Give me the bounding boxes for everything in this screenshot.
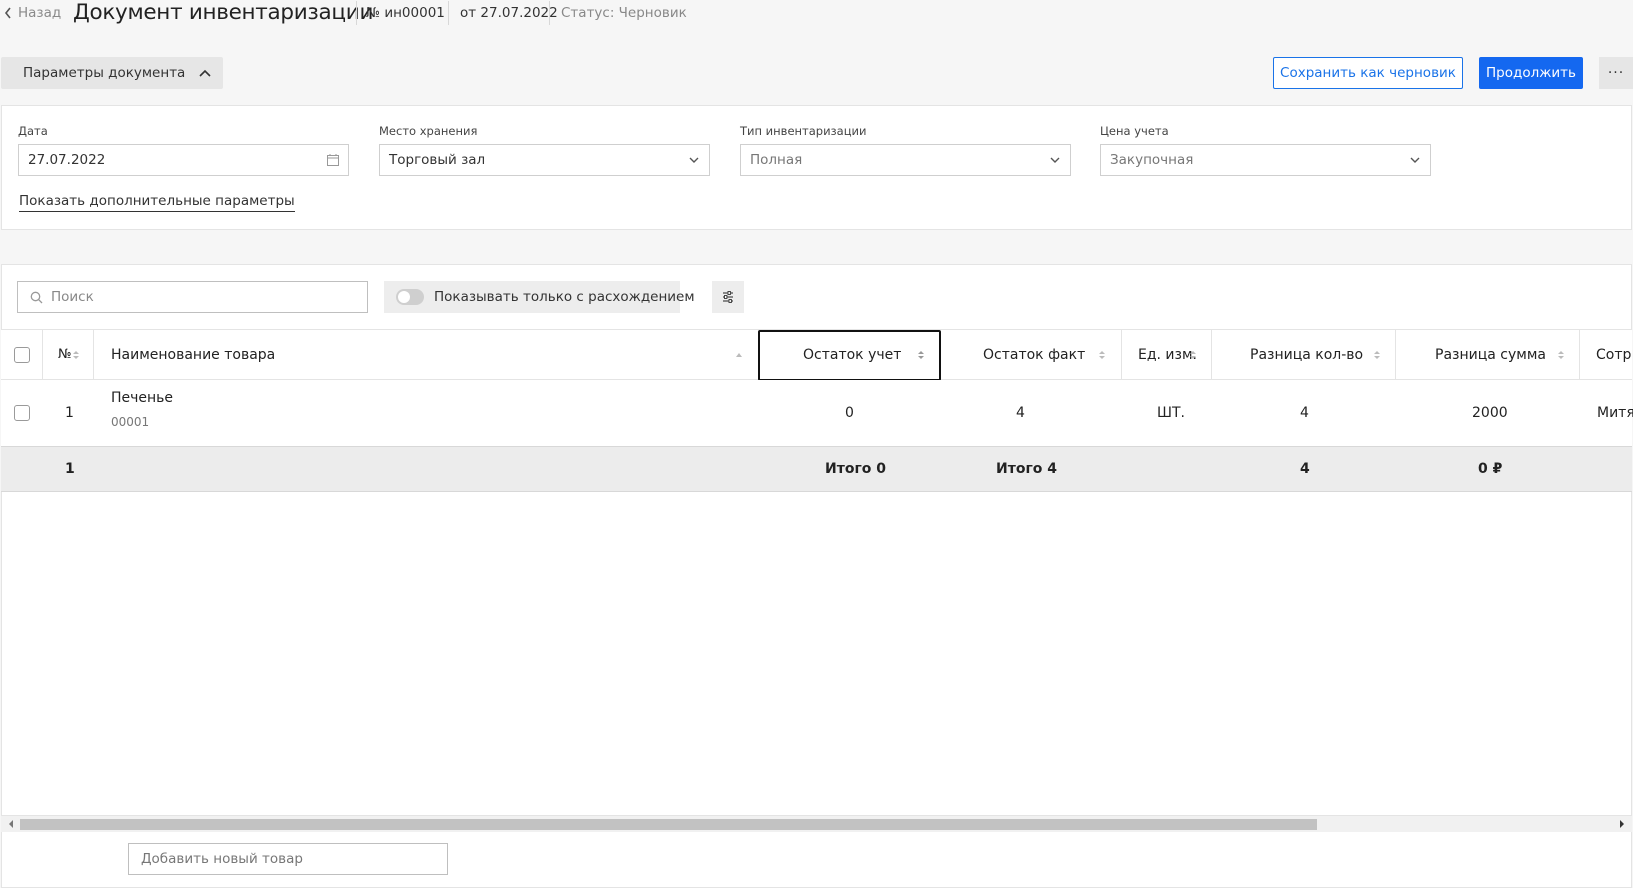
- chevron-down-icon: [1410, 157, 1420, 163]
- sort-icon[interactable]: [1557, 349, 1565, 361]
- total-count: 1: [65, 461, 75, 477]
- chevron-down-icon: [689, 157, 699, 163]
- storage-label: Место хранения: [379, 124, 478, 138]
- col-diff-qty[interactable]: Разница кол-во: [1250, 330, 1363, 379]
- page-title: Документ инвентаризации: [73, 0, 374, 25]
- product-name[interactable]: Печенье: [111, 390, 173, 406]
- price-label: Цена учета: [1100, 124, 1169, 138]
- search-placeholder: Поиск: [51, 289, 94, 305]
- toggle-label: Показывать только с расхождением: [434, 289, 695, 305]
- status-text: Статус: Черновик: [561, 5, 687, 21]
- scroll-left-icon[interactable]: [6, 818, 16, 830]
- product-code: 00001: [111, 415, 150, 429]
- divider: [549, 1, 550, 25]
- document-number: № ин00001: [366, 5, 445, 21]
- inventory-type-select[interactable]: Полная: [740, 144, 1071, 176]
- date-value: 27.07.2022: [28, 152, 106, 168]
- stock-acc-value: 0: [845, 405, 854, 421]
- scrollbar-thumb[interactable]: [20, 819, 1317, 830]
- column-settings-button[interactable]: [712, 281, 744, 313]
- sort-icon[interactable]: [1189, 349, 1197, 361]
- toggle-switch[interactable]: [396, 289, 424, 305]
- chevron-left-icon: [4, 7, 11, 19]
- totals-row: 1 Итого 0 Итого 4 4 0 ₽: [1, 446, 1632, 492]
- employee-value: Митя: [1597, 405, 1633, 421]
- col-employee[interactable]: Сотр: [1596, 330, 1632, 379]
- params-label: Параметры документа: [23, 65, 186, 81]
- row-checkbox[interactable]: [14, 405, 30, 421]
- total-diff-sum: 0 ₽: [1478, 461, 1503, 477]
- date-field[interactable]: 27.07.2022: [18, 144, 349, 176]
- divider: [448, 1, 449, 25]
- col-stock-fact[interactable]: Остаток факт: [983, 330, 1085, 379]
- select-all-checkbox[interactable]: [14, 330, 30, 379]
- add-product-button[interactable]: Добавить новый товар: [128, 843, 448, 875]
- inventory-type-value: Полная: [750, 152, 803, 168]
- storage-select[interactable]: Торговый зал: [379, 144, 710, 176]
- more-menu-button[interactable]: ···: [1599, 57, 1633, 89]
- diff-qty-value: 4: [1300, 405, 1309, 421]
- sliders-icon: [723, 291, 733, 303]
- scroll-right-icon[interactable]: [1617, 818, 1627, 830]
- chevron-up-icon: [199, 69, 211, 77]
- show-more-params-link[interactable]: Показать дополнительные параметры: [19, 193, 295, 212]
- sort-icon[interactable]: [917, 349, 925, 361]
- unit-value: ШТ.: [1157, 405, 1185, 421]
- sort-icon[interactable]: [1373, 349, 1381, 361]
- diff-sum-value: 2000: [1472, 405, 1508, 421]
- sort-icon: [72, 350, 79, 359]
- col-name[interactable]: Наименование товара: [111, 330, 275, 379]
- search-input[interactable]: Поиск: [17, 281, 368, 313]
- discrepancy-toggle[interactable]: Показывать только с расхождением: [384, 281, 695, 313]
- price-select[interactable]: Закупочная: [1100, 144, 1431, 176]
- calendar-icon: [327, 154, 339, 166]
- table-row[interactable]: 1 Печенье 00001 0 4 ШТ. 4 2000 Митя: [1, 380, 1633, 446]
- back-label: Назад: [18, 5, 62, 21]
- sort-asc-icon[interactable]: [735, 352, 743, 358]
- date-label: Дата: [18, 124, 48, 138]
- col-num[interactable]: №: [58, 330, 80, 379]
- sort-icon[interactable]: [1098, 349, 1106, 361]
- save-draft-button[interactable]: Сохранить как черновик: [1273, 57, 1463, 89]
- chevron-down-icon: [1050, 157, 1060, 163]
- col-diff-sum[interactable]: Разница сумма: [1435, 330, 1546, 379]
- col-stock-acc[interactable]: Остаток учет: [803, 330, 901, 379]
- total-stock-acc: Итого 0: [825, 461, 886, 477]
- continue-button[interactable]: Продолжить: [1479, 57, 1583, 89]
- price-value: Закупочная: [1110, 152, 1194, 168]
- total-diff-qty: 4: [1300, 461, 1310, 477]
- stock-fact-value[interactable]: 4: [1016, 405, 1025, 421]
- row-num: 1: [65, 405, 74, 421]
- search-icon: [30, 291, 43, 303]
- document-params-toggle[interactable]: Параметры документа: [1, 57, 223, 89]
- total-stock-fact: Итого 4: [996, 461, 1057, 477]
- table-header: № Наименование товара Остаток учет Остат…: [1, 329, 1632, 381]
- divider: [356, 1, 357, 25]
- inventory-type-label: Тип инвентаризации: [740, 124, 867, 138]
- params-panel: Дата 27.07.2022 Место хранения Торговый …: [1, 105, 1632, 230]
- back-link[interactable]: Назад: [4, 5, 61, 21]
- storage-value: Торговый зал: [389, 152, 486, 168]
- document-date: от 27.07.2022: [460, 5, 558, 21]
